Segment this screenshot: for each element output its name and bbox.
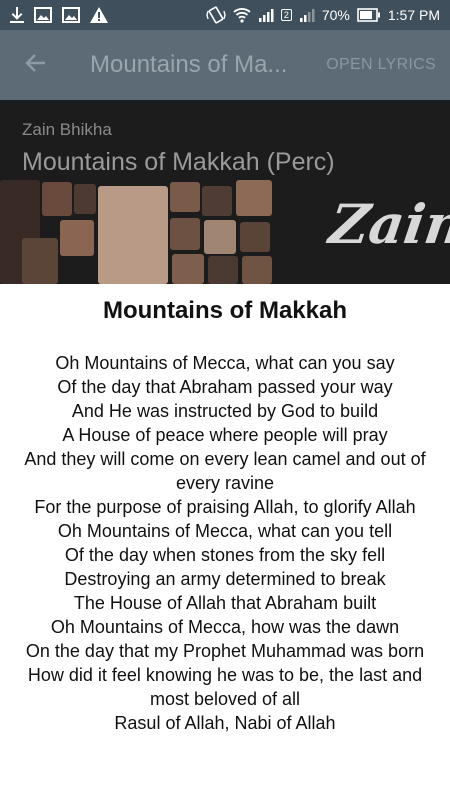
open-lyrics-button[interactable]: OPEN LYRICS — [326, 56, 436, 74]
status-bar: 2 70% 1:57 PM — [0, 0, 450, 30]
lyric-line: The House of Allah that Abraham built — [73, 593, 377, 613]
lyric-line: And they will come on every lean camel a… — [24, 449, 426, 493]
lyric-line: A House of peace where people will pray — [62, 425, 388, 445]
lyrics-body: Oh Mountains of Mecca, what can you say … — [0, 351, 450, 735]
banner-logo-text: Zain B — [325, 192, 450, 256]
download-icon — [10, 7, 24, 23]
lyrics-panel[interactable]: Mountains of Makkah Oh Mountains of Mecc… — [0, 284, 450, 770]
arrow-left-icon — [24, 53, 46, 78]
system-icons: 2 70% 1:57 PM — [206, 6, 440, 24]
image-icon — [62, 7, 80, 23]
signal-icon — [258, 7, 274, 23]
warning-icon — [90, 7, 108, 23]
lyric-line: Of the day that Abraham passed your way — [57, 377, 393, 397]
artist-name: Zain Bhikha — [22, 120, 112, 139]
image-icon — [34, 7, 52, 23]
lyrics-heading: Mountains of Makkah — [102, 297, 348, 324]
notification-icons — [10, 7, 108, 23]
bottom-spacer — [0, 770, 450, 800]
song-header-banner: Zain Bhikha Mountains of Makkah (Perc) Z… — [0, 100, 450, 284]
lyric-line: On the day that my Prophet Muhammad was … — [25, 641, 425, 661]
lyric-line: For the purpose of praising Allah, to gl… — [34, 497, 416, 517]
clock: 1:57 PM — [387, 7, 440, 23]
song-title: Mountains of Makkah (Perc) — [22, 148, 335, 176]
lyric-line: And He was instructed by God to build — [71, 401, 379, 421]
signal-icon — [299, 7, 315, 23]
lyric-line: Destroying an army determined to break — [64, 569, 386, 589]
lyric-line: Oh Mountains of Mecca, what can you say — [55, 353, 395, 373]
sim-badge: 2 — [280, 9, 292, 21]
lyric-line: Of the day when stones from the sky fell — [64, 545, 386, 565]
vibrate-icon — [206, 6, 226, 24]
back-button[interactable] — [0, 30, 70, 100]
battery-icon — [357, 8, 381, 22]
lyric-line: Rasul of Allah, Nabi of Allah — [114, 713, 336, 733]
lyric-line: Oh Mountains of Mecca, how was the dawn — [50, 617, 400, 637]
lyric-line: How did it feel knowing he was to be, th… — [27, 665, 423, 709]
battery-percent: 70% — [321, 7, 350, 23]
app-bar: Mountains of Ma... OPEN LYRICS — [0, 30, 450, 100]
wifi-icon — [233, 7, 251, 23]
lyric-line: Oh Mountains of Mecca, what can you tell — [57, 521, 393, 541]
app-title: Mountains of Ma... — [90, 51, 288, 78]
